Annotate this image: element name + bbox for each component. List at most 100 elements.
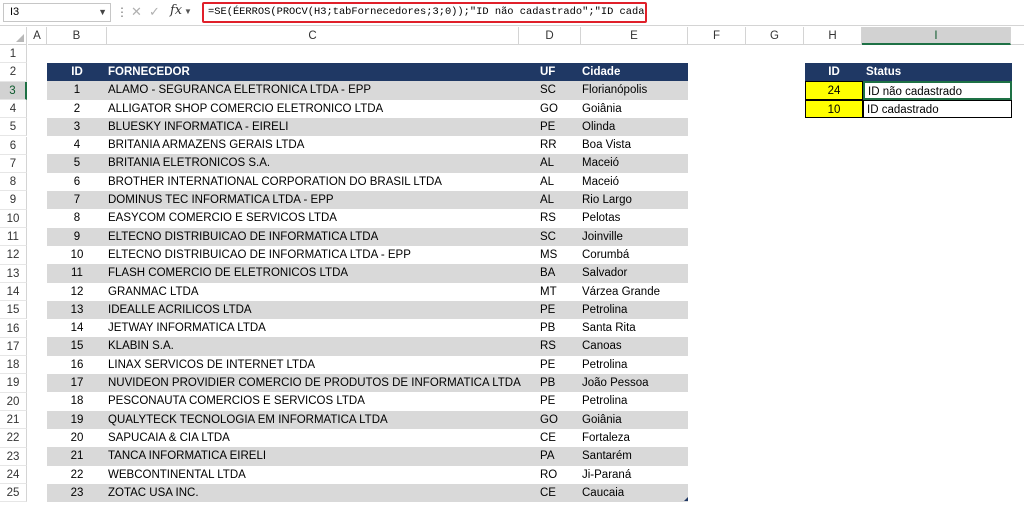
row-header-9[interactable]: 9 (0, 191, 27, 210)
cell-id[interactable]: 9 (47, 228, 107, 246)
row-header-2[interactable]: 2 (0, 63, 27, 82)
header-uf[interactable]: UF (519, 63, 581, 81)
cell-fornecedor[interactable]: FLASH COMERCIO DE ELETRONICOS LTDA (107, 264, 579, 282)
cell-cidade[interactable]: Goiânia (581, 100, 688, 118)
cell-fornecedor[interactable]: ELTECNO DISTRIBUICAO DE INFORMATICA LTDA (107, 228, 579, 246)
formula-input[interactable]: =SE(ÉERROS(PROCV(H3;tabFornecedores;3;0)… (202, 2, 647, 23)
cell-cidade[interactable]: Boa Vista (581, 136, 688, 154)
cell-fornecedor[interactable]: ZOTAC USA INC. (107, 484, 579, 502)
cell-uf[interactable]: PE (519, 301, 581, 319)
cell-uf[interactable]: AL (519, 191, 581, 209)
cell-cidade[interactable]: Canoas (581, 337, 688, 355)
row-header-24[interactable]: 24 (0, 465, 27, 485)
select-all-corner[interactable] (0, 27, 27, 45)
cell-cidade[interactable]: Salvador (581, 264, 688, 282)
header-fornecedor[interactable]: FORNECEDOR (107, 63, 579, 81)
cell-cidade[interactable]: Olinda (581, 118, 688, 136)
row-header-11[interactable]: 11 (0, 228, 27, 247)
cell-id[interactable]: 12 (47, 283, 107, 301)
cell-fornecedor[interactable]: IDEALLE ACRILICOS LTDA (107, 301, 579, 319)
cell-fornecedor[interactable]: ALLIGATOR SHOP COMERCIO ELETRONICO LTDA (107, 100, 579, 118)
cell-cidade[interactable]: Maceió (581, 154, 688, 172)
cell-cidade[interactable]: Petrolina (581, 356, 688, 374)
cell-cidade[interactable]: Rio Largo (581, 191, 688, 209)
row-header-19[interactable]: 19 (0, 374, 27, 393)
cell-fornecedor[interactable]: BROTHER INTERNATIONAL CORPORATION DO BRA… (107, 173, 579, 191)
cell-id[interactable]: 16 (47, 356, 107, 374)
cell-uf[interactable]: PB (519, 319, 581, 337)
cell-uf[interactable]: MS (519, 246, 581, 264)
cell-fornecedor[interactable]: PESCONAUTA COMERCIOS E SERVICOS LTDA (107, 392, 579, 410)
cell-cidade[interactable]: Maceió (581, 173, 688, 191)
cell-id[interactable]: 10 (47, 246, 107, 264)
cell-cidade[interactable]: Várzea Grande (581, 283, 688, 301)
row-header-15[interactable]: 15 (0, 301, 27, 320)
lookup-status-cell[interactable]: ID cadastrado (863, 99, 1012, 118)
cell-id[interactable]: 2 (47, 100, 107, 118)
row-header-23[interactable]: 23 (0, 447, 27, 466)
row-header-14[interactable]: 14 (0, 282, 27, 302)
cell-cidade[interactable]: Florianópolis (581, 81, 688, 99)
check-icon[interactable]: ✓ (149, 4, 160, 20)
cell-uf[interactable]: PA (519, 447, 581, 465)
cell-cidade[interactable]: João Pessoa (581, 374, 688, 392)
cell-uf[interactable]: PB (519, 374, 581, 392)
cell-uf[interactable]: CE (519, 429, 581, 447)
cell-cidade[interactable]: Ji-Paraná (581, 466, 688, 484)
cell-uf[interactable]: RS (519, 209, 581, 227)
cell-cidade[interactable]: Goiânia (581, 411, 688, 429)
column-header-c[interactable]: C (107, 27, 519, 45)
column-header-d[interactable]: D (519, 27, 581, 45)
column-header-a[interactable]: A (28, 27, 47, 45)
cell-fornecedor[interactable]: QUALYTECK TECNOLOGIA EM INFORMATICA LTDA (107, 411, 579, 429)
cell-cidade[interactable]: Santa Rita (581, 319, 688, 337)
cell-uf[interactable]: RR (519, 136, 581, 154)
cell-fornecedor[interactable]: SAPUCAIA & CIA LTDA (107, 429, 579, 447)
cell-fornecedor[interactable]: BLUESKY INFORMATICA - EIRELI (107, 118, 579, 136)
column-header-e[interactable]: E (581, 27, 688, 45)
cell-id[interactable]: 15 (47, 337, 107, 355)
row-header-10[interactable]: 10 (0, 209, 27, 228)
row-header-20[interactable]: 20 (0, 392, 27, 411)
more-options-icon[interactable]: ⋮ (116, 5, 128, 19)
cell-cidade[interactable]: Pelotas (581, 209, 688, 227)
cell-uf[interactable]: GO (519, 100, 581, 118)
cell-fornecedor[interactable]: EASYCOM COMERCIO E SERVICOS LTDA (107, 209, 579, 227)
row-header-13[interactable]: 13 (0, 264, 27, 283)
row-header-25[interactable]: 25 (0, 484, 27, 503)
column-header-b[interactable]: B (47, 27, 107, 45)
cell-fornecedor[interactable]: KLABIN S.A. (107, 337, 579, 355)
cell-id[interactable]: 7 (47, 191, 107, 209)
cell-cidade[interactable]: Fortaleza (581, 429, 688, 447)
row-header-5[interactable]: 5 (0, 118, 27, 137)
cell-uf[interactable]: RO (519, 466, 581, 484)
expand-chevron-icon[interactable]: ▼ (184, 7, 192, 16)
cell-uf[interactable]: MT (519, 283, 581, 301)
cell-id[interactable]: 6 (47, 173, 107, 191)
lookup-status-cell[interactable]: ID não cadastrado (863, 81, 1012, 100)
cell-fornecedor[interactable]: WEBCONTINENTAL LTDA (107, 466, 579, 484)
cell-uf[interactable]: BA (519, 264, 581, 282)
cell-id[interactable]: 19 (47, 411, 107, 429)
cell-fornecedor[interactable]: LINAX SERVICOS DE INTERNET LTDA (107, 356, 579, 374)
cell-uf[interactable]: CE (519, 484, 581, 502)
cell-id[interactable]: 14 (47, 319, 107, 337)
cell-id[interactable]: 17 (47, 374, 107, 392)
cell-cidade[interactable]: Joinville (581, 228, 688, 246)
name-box[interactable]: I3 ▼ (3, 3, 111, 22)
cancel-icon[interactable]: ✕ (131, 4, 142, 20)
cell-fornecedor[interactable]: DOMINUS TEC INFORMATICA LTDA - EPP (107, 191, 579, 209)
row-header-3[interactable]: 3 (0, 81, 27, 100)
row-header-12[interactable]: 12 (0, 246, 27, 265)
lookup-id-input[interactable]: 24 (805, 81, 863, 100)
cell-id[interactable]: 13 (47, 301, 107, 319)
header-cidade[interactable]: Cidade (581, 63, 688, 81)
cell-uf[interactable]: PE (519, 392, 581, 410)
row-header-6[interactable]: 6 (0, 136, 27, 155)
cell-fornecedor[interactable]: NUVIDEON PROVIDIER COMERCIO DE PRODUTOS … (107, 374, 579, 392)
cell-uf[interactable]: RS (519, 337, 581, 355)
cell-fornecedor[interactable]: TANCA INFORMATICA EIRELI (107, 447, 579, 465)
cell-id[interactable]: 21 (47, 447, 107, 465)
lookup-id-input[interactable]: 10 (805, 99, 863, 118)
cell-id[interactable]: 18 (47, 392, 107, 410)
